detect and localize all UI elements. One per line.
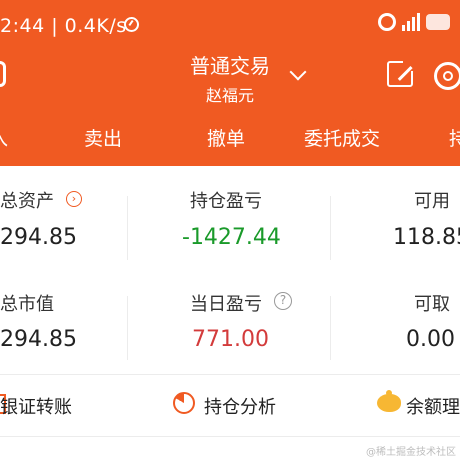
gear-icon[interactable] [434,62,460,90]
divider [0,436,460,437]
withdrawable-label: 可取 [414,294,450,315]
market-value-value: 294.85 [0,327,77,352]
divider [0,374,460,375]
total-assets-label[interactable]: 总资产 [0,187,54,213]
total-assets-value: 294.85 [0,225,77,250]
app-header: 2:44 | 0.4K/s 普通交易 赵福元 入 卖出 撤单 委托成交 持 [0,0,460,166]
piggy-bank-icon[interactable] [377,390,401,412]
help-icon[interactable]: ? [274,292,292,310]
chevron-right-icon[interactable]: › [66,191,82,207]
divider [330,196,331,260]
chevron-down-icon[interactable] [289,63,307,81]
market-value-label: 总市值 [0,294,54,315]
watermark: @稀土掘金技术社区 [366,447,456,458]
pie-chart-icon[interactable] [173,392,195,414]
today-pnl-label: 当日盈亏 [190,294,262,315]
speedometer-icon [124,17,139,32]
bluetooth-icon [378,13,396,31]
tab-cancel[interactable]: 撤单 [207,124,245,151]
available-label: 可用 [414,191,450,212]
position-analysis-button[interactable]: 持仓分析 [204,393,276,419]
bank-transfer-button[interactable]: 银证转账 [0,393,72,419]
today-pnl-value: 771.00 [192,327,269,352]
tab-buy[interactable]: 入 [0,124,8,150]
page-title[interactable]: 普通交易 [180,50,280,79]
position-pnl-label: 持仓盈亏 [190,191,262,212]
withdrawable-value: 0.00 [406,327,455,352]
share-icon[interactable] [387,59,415,87]
tab-sell[interactable]: 卖出 [84,124,122,151]
tab-orders[interactable]: 委托成交 [304,124,380,151]
divider [127,296,128,360]
divider [330,296,331,360]
tab-positions[interactable]: 持 [449,124,460,150]
battery-icon [426,14,450,30]
status-time-speed: 2:44 | 0.4K/s [0,15,127,37]
available-value: 118.85 [393,225,460,250]
position-pnl-value: -1427.44 [182,225,281,250]
account-name: 赵福元 [205,86,254,105]
back-icon[interactable] [0,61,6,87]
balance-finance-button[interactable]: 余额理 [406,393,460,419]
signal-icon [402,13,420,31]
divider [127,196,128,260]
status-icons [378,13,450,31]
